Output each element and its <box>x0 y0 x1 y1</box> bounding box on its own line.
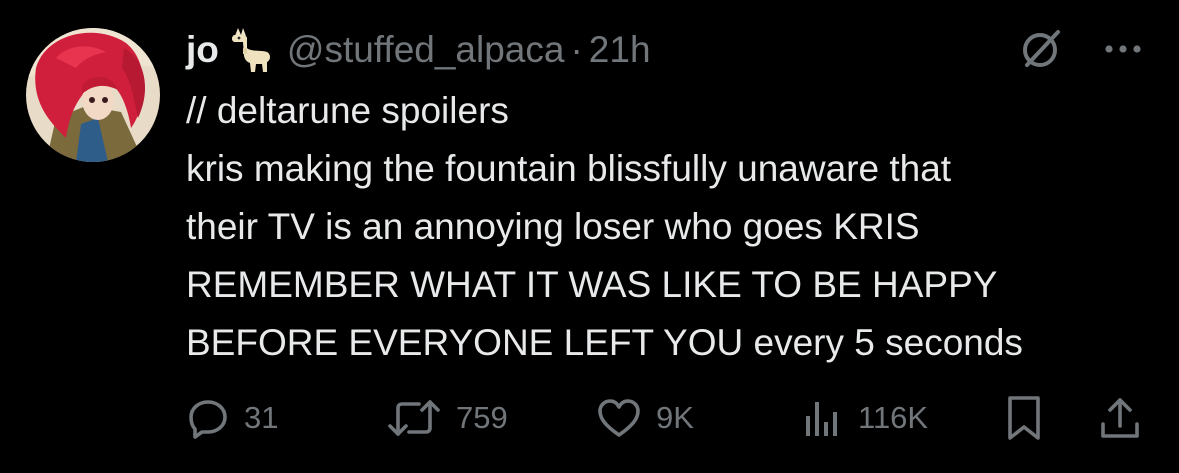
action-bar: 31 759 9K 116K <box>186 390 1146 446</box>
grok-icon[interactable] <box>1018 26 1064 72</box>
tweet-text-line: kris making the fountain blissfully unaw… <box>186 148 952 189</box>
reply-count: 31 <box>244 400 279 435</box>
repost-icon <box>386 396 442 440</box>
tweet-header: jo @stuffed_alpaca · 21h <box>186 22 651 78</box>
like-count: 9K <box>656 400 694 435</box>
like-button[interactable]: 9K <box>596 390 694 446</box>
tweet[interactable]: jo @stuffed_alpaca · 21h // deltarune sp… <box>0 0 1179 473</box>
tweet-text-line: // deltarune spoilers <box>186 90 509 131</box>
reply-button[interactable]: 31 <box>186 390 278 446</box>
bookmark-button[interactable] <box>1002 390 1046 446</box>
timestamp[interactable]: 21h <box>589 29 651 71</box>
tweet-text-line: REMEMBER WHAT IT WAS LIKE TO BE HAPPY <box>186 264 998 305</box>
views-button[interactable]: 116K <box>800 390 928 446</box>
display-name[interactable]: jo <box>186 29 219 71</box>
user-handle[interactable]: @stuffed_alpaca <box>287 29 565 71</box>
tweet-text-line: BEFORE EVERYONE LEFT YOU every 5 seconds <box>186 322 1023 363</box>
repost-button[interactable]: 759 <box>386 390 508 446</box>
separator-dot: · <box>570 29 583 70</box>
views-icon <box>800 396 844 440</box>
like-icon <box>596 396 642 440</box>
bookmark-icon <box>1002 394 1046 442</box>
more-icon[interactable] <box>1100 40 1146 58</box>
tweet-text: // deltarune spoilers kris making the fo… <box>186 82 1166 372</box>
reply-icon <box>186 396 230 440</box>
views-count: 116K <box>858 400 929 435</box>
share-icon <box>1098 394 1142 442</box>
tweet-text-line: their TV is an annoying loser who goes K… <box>186 206 920 247</box>
share-button[interactable] <box>1098 390 1142 446</box>
repost-count: 759 <box>456 400 508 435</box>
llama-emoji <box>229 26 273 74</box>
avatar[interactable] <box>26 28 160 162</box>
